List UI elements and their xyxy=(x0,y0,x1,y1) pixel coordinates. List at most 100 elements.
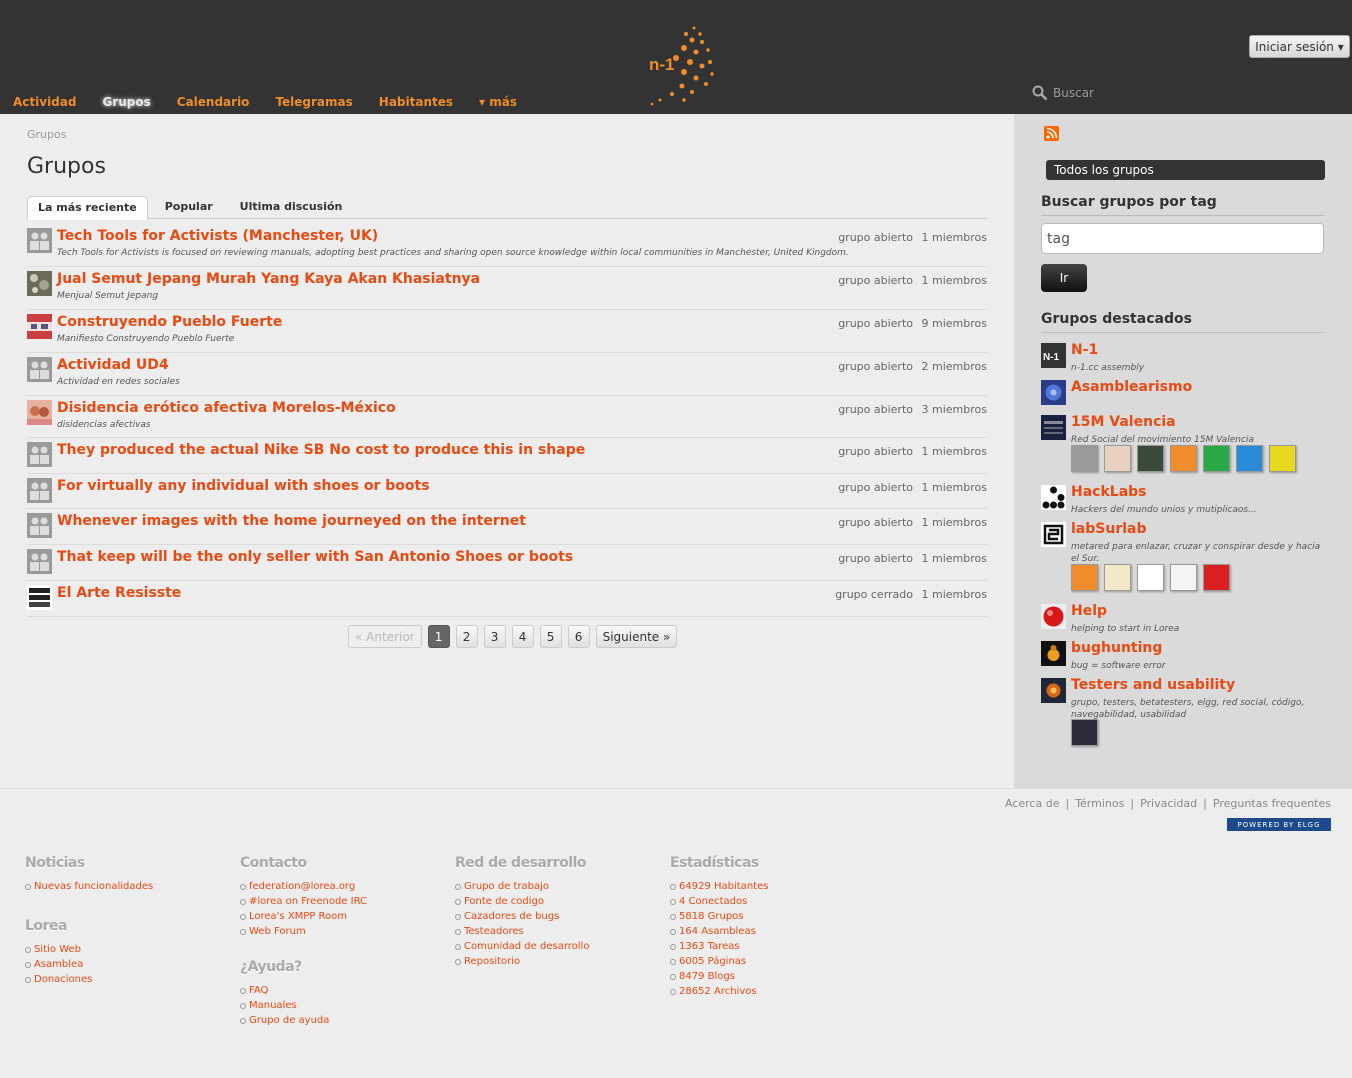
footer-link[interactable]: Sitio Web xyxy=(25,944,225,955)
subgroup-thumb[interactable] xyxy=(1203,445,1230,472)
footer-link[interactable]: Asamblea xyxy=(25,959,225,970)
nav-more[interactable]: ▾ más xyxy=(479,95,517,109)
terms-link[interactable]: Términos xyxy=(1075,797,1124,810)
footer-link[interactable]: Repositorio xyxy=(455,956,655,967)
group-title[interactable]: Disidencia erótico afectiva Morelos-Méxi… xyxy=(57,400,396,416)
group-title[interactable]: Tech Tools for Activists (Manchester, UK… xyxy=(57,228,378,244)
footer-link[interactable]: Manuales xyxy=(240,1000,440,1011)
login-button[interactable]: Iniciar sesión ▾ xyxy=(1249,35,1350,58)
footer-link[interactable]: 164 Asambleas xyxy=(670,926,870,937)
group-default-icon[interactable] xyxy=(27,357,52,382)
privacy-link[interactable]: Privacidad xyxy=(1140,797,1197,810)
subgroup-thumb[interactable] xyxy=(1137,445,1164,472)
group-photo-icon[interactable] xyxy=(27,400,52,425)
nav-calendario[interactable]: Calendario xyxy=(177,95,250,109)
footer-link[interactable]: Donaciones xyxy=(25,974,225,985)
asamblearismo-group-icon[interactable] xyxy=(1041,380,1066,405)
group-default-icon[interactable] xyxy=(27,442,52,467)
n1-group-icon[interactable]: N-1 xyxy=(1041,343,1066,368)
page-button[interactable]: 1 xyxy=(427,625,450,648)
footer-link[interactable]: Grupo de ayuda xyxy=(240,1015,440,1026)
group-title[interactable]: Construyendo Pueblo Fuerte xyxy=(57,314,282,330)
featured-title[interactable]: 15M Valencia xyxy=(1071,414,1176,430)
labsurlab-group-icon[interactable] xyxy=(1041,522,1066,547)
tab-discussion[interactable]: Ultima discusión xyxy=(230,196,353,218)
subgroup-thumb[interactable] xyxy=(1104,445,1131,472)
footer-link[interactable]: 1363 Tareas xyxy=(670,941,870,952)
footer-link[interactable]: 4 Conectados xyxy=(670,896,870,907)
group-logo-icon[interactable] xyxy=(27,585,52,610)
group-title[interactable]: Actividad UD4 xyxy=(57,357,169,373)
bughunting-group-icon[interactable] xyxy=(1041,641,1066,666)
footer-link[interactable]: FAQ xyxy=(240,985,440,996)
featured-title[interactable]: bughunting xyxy=(1071,640,1162,656)
featured-title[interactable]: HackLabs xyxy=(1071,484,1147,500)
tab-popular[interactable]: Popular xyxy=(155,196,223,218)
page-button[interactable]: 5 xyxy=(539,625,562,648)
hacklabs-group-icon[interactable] xyxy=(1041,485,1066,510)
go-button[interactable]: Ir xyxy=(1041,264,1087,292)
subgroup-thumb[interactable] xyxy=(1170,564,1197,591)
subgroup-thumb[interactable] xyxy=(1104,564,1131,591)
group-title[interactable]: For virtually any individual with shoes … xyxy=(57,478,430,494)
featured-title[interactable]: Help xyxy=(1071,603,1107,619)
group-default-icon[interactable] xyxy=(27,228,52,253)
featured-title[interactable]: Testers and usability xyxy=(1071,677,1235,693)
group-title[interactable]: Whenever images with the home journeyed … xyxy=(57,513,526,529)
footer-link[interactable]: Comunidad de desarrollo xyxy=(455,941,655,952)
faq-link[interactable]: Preguntas frequentes xyxy=(1213,797,1331,810)
footer-link[interactable]: #lorea on Freenode IRC xyxy=(240,896,440,907)
featured-title[interactable]: labSurlab xyxy=(1071,521,1147,537)
group-default-icon[interactable] xyxy=(27,478,52,503)
footer-link[interactable]: 6005 Páginas xyxy=(670,956,870,967)
subgroup-thumb[interactable] xyxy=(1236,445,1263,472)
footer-link[interactable]: 8479 Blogs xyxy=(670,971,870,982)
group-photo-icon[interactable] xyxy=(27,314,52,339)
group-title[interactable]: Jual Semut Jepang Murah Yang Kaya Akan K… xyxy=(57,271,480,287)
featured-title[interactable]: Asamblearismo xyxy=(1071,379,1192,395)
breadcrumb[interactable]: Grupos xyxy=(27,128,66,141)
page-button[interactable]: 3 xyxy=(483,625,506,648)
prev-page-button[interactable]: « Anterior xyxy=(348,625,422,648)
15m-valencia-group-icon[interactable] xyxy=(1041,415,1066,440)
page-button[interactable]: 4 xyxy=(511,625,534,648)
footer-link[interactable]: Web Forum xyxy=(240,926,440,937)
subgroup-thumb[interactable] xyxy=(1071,719,1098,746)
featured-title[interactable]: N-1 xyxy=(1071,342,1098,358)
group-default-icon[interactable] xyxy=(27,549,52,574)
nav-habitantes[interactable]: Habitantes xyxy=(379,95,453,109)
footer-link[interactable]: Testeadores xyxy=(455,926,655,937)
n1-logo[interactable]: n-1 xyxy=(640,20,724,110)
search-input[interactable] xyxy=(1053,86,1253,100)
group-default-icon[interactable] xyxy=(27,513,52,538)
tag-input[interactable] xyxy=(1041,223,1324,254)
nav-actividad[interactable]: Actividad xyxy=(13,95,76,109)
subgroup-thumb[interactable] xyxy=(1203,564,1230,591)
next-page-button[interactable]: Siguiente » xyxy=(595,625,678,648)
nav-telegramas[interactable]: Telegramas xyxy=(275,95,352,109)
page-button[interactable]: 6 xyxy=(567,625,590,648)
subgroup-thumb[interactable] xyxy=(1071,564,1098,591)
subgroup-thumb[interactable] xyxy=(1269,445,1296,472)
subgroup-thumb[interactable] xyxy=(1137,564,1164,591)
footer-link[interactable]: 64929 Habitantes xyxy=(670,881,870,892)
footer-link[interactable]: Cazadores de bugs xyxy=(455,911,655,922)
footer-link[interactable]: Lorea's XMPP Room xyxy=(240,911,440,922)
subgroup-thumb[interactable] xyxy=(1071,445,1098,472)
group-photo-icon[interactable] xyxy=(27,271,52,296)
help-group-icon[interactable] xyxy=(1041,604,1066,629)
footer-link[interactable]: 28652 Archivos xyxy=(670,986,870,997)
group-title[interactable]: El Arte Resisste xyxy=(57,585,181,601)
all-groups-link[interactable]: Todos los grupos xyxy=(1046,160,1325,180)
footer-link[interactable]: Fonte de codigo xyxy=(455,896,655,907)
about-link[interactable]: Acerca de xyxy=(1005,797,1059,810)
footer-link[interactable]: 5818 Grupos xyxy=(670,911,870,922)
footer-link[interactable]: Nuevas funcionalidades xyxy=(25,881,225,892)
rss-icon[interactable] xyxy=(1044,126,1059,141)
subgroup-thumb[interactable] xyxy=(1170,445,1197,472)
footer-link[interactable]: federation@lorea.org xyxy=(240,881,440,892)
nav-grupos[interactable]: Grupos xyxy=(102,95,150,109)
page-button[interactable]: 2 xyxy=(455,625,478,648)
tab-recent[interactable]: La más reciente xyxy=(27,196,148,220)
powered-by-elgg-badge[interactable]: POWERED BY ELGG xyxy=(1227,818,1331,831)
